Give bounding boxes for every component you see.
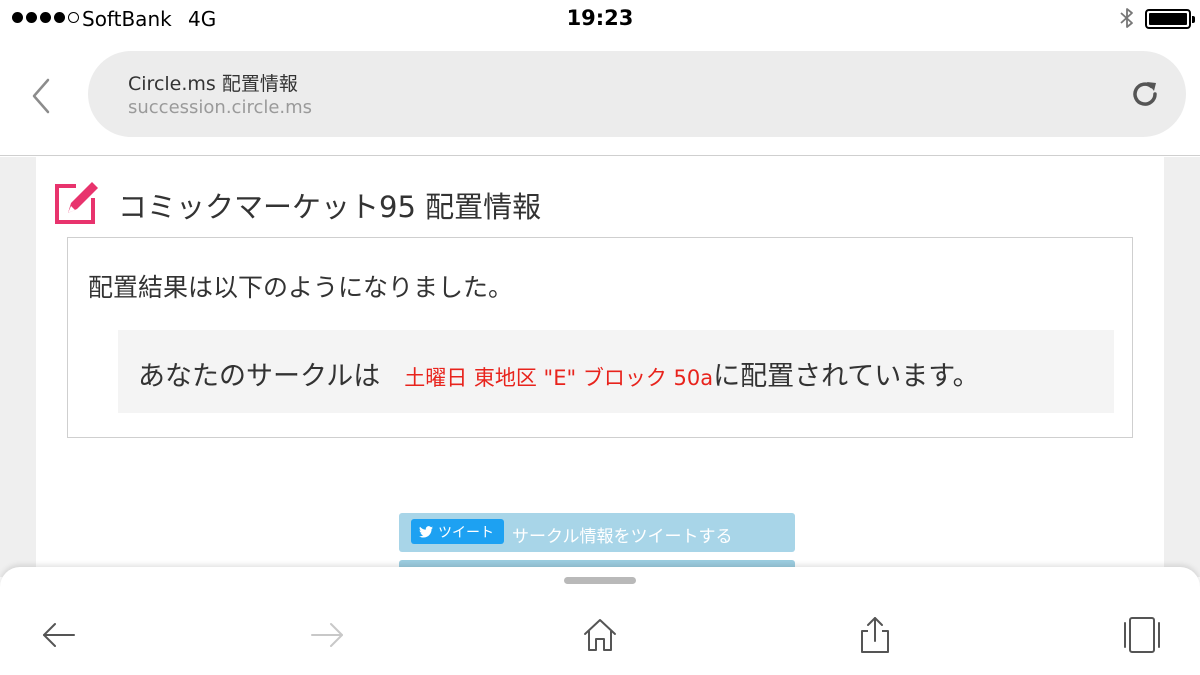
status-time: 19:23 [566,6,634,30]
back-arrow-icon[interactable] [38,615,78,655]
placement-suffix: に配置されています。 [713,361,980,392]
result-intro-text: 配置結果は以下のようになりました。 [88,273,514,302]
address-domain: succession.circle.ms [128,97,313,118]
tweet-badge-label: ツイート [438,524,494,541]
back-chevron-icon[interactable] [26,74,56,118]
share-icon[interactable] [855,615,895,655]
page-background: コミックマーケット95 配置情報 配置結果は以下のようになりました。 あなたのサ… [0,157,1200,580]
placement-location: 土曜日 東地区 "E" ブロック 50a [404,366,714,390]
page-heading: コミックマーケット95 配置情報 [118,190,542,224]
twitter-bird-icon [419,525,433,538]
home-icon[interactable] [580,615,620,655]
bottom-toolbar [0,567,1200,675]
tweet-circle-info-button[interactable]: ツイート サークル情報をツイートする [399,513,795,552]
sheet-grabber[interactable] [564,577,636,584]
bluetooth-icon [1120,8,1133,28]
placement-line: あなたのサークルは 土曜日 東地区 "E" ブロック 50aに配置されています。 [138,354,980,393]
browser-header: Circle.ms 配置情報 succession.circle.ms [0,38,1200,156]
tabs-icon[interactable] [1122,615,1162,655]
tweet-badge: ツイート [411,519,504,544]
forward-arrow-icon[interactable] [308,615,348,655]
content-card: コミックマーケット95 配置情報 配置結果は以下のようになりました。 あなたのサ… [36,157,1164,580]
edit-icon [55,178,102,224]
status-bar: SoftBank 4G 19:23 [0,0,1200,38]
result-box: 配置結果は以下のようになりました。 あなたのサークルは 土曜日 東地区 "E" ブ… [67,237,1133,438]
battery-icon [1145,9,1195,29]
placement-box: あなたのサークルは 土曜日 東地区 "E" ブロック 50aに配置されています。 [118,330,1114,413]
reload-icon[interactable] [1128,77,1162,111]
placement-prefix: あなたのサークルは [138,361,381,392]
address-page-title: Circle.ms 配置情報 [128,73,298,95]
address-bar[interactable]: Circle.ms 配置情報 succession.circle.ms [88,51,1186,137]
tweet-action-text: サークル情報をツイートする [512,527,733,547]
